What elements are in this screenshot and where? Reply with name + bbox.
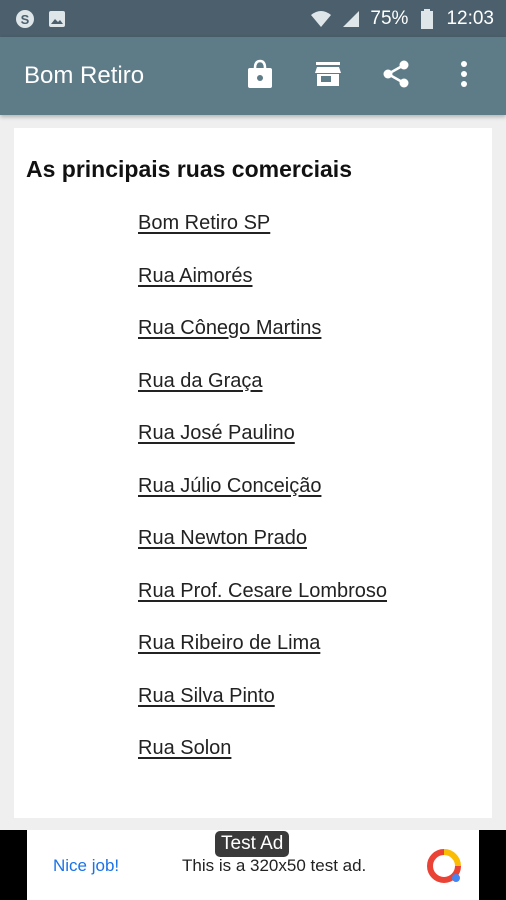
street-link[interactable]: Rua Júlio Conceição: [138, 475, 321, 497]
app-bar: Bom Retiro: [0, 37, 506, 115]
clock: 12:03: [446, 7, 494, 29]
section-heading: As principais ruas comerciais: [26, 156, 352, 182]
street-link[interactable]: Rua Aimorés: [138, 265, 253, 287]
share-icon: [382, 59, 410, 94]
ad-text: This is a 320x50 test ad.: [182, 856, 367, 875]
street-link[interactable]: Rua Newton Prado: [138, 527, 307, 549]
street-link[interactable]: Rua Cônego Martins: [138, 317, 321, 339]
more-options-button[interactable]: [430, 46, 498, 106]
battery-percent: 75%: [370, 7, 409, 29]
image-icon: [46, 8, 68, 30]
street-link[interactable]: Rua da Graça: [138, 370, 263, 392]
skype-icon: S: [14, 8, 36, 30]
street-link[interactable]: Rua José Paulino: [138, 422, 295, 444]
shopping-bag-icon: [246, 59, 274, 94]
signal-icon: [340, 8, 362, 30]
store-button[interactable]: [294, 46, 362, 106]
shopping-bag-button[interactable]: [226, 46, 294, 106]
wifi-icon: [310, 8, 332, 30]
share-button[interactable]: [362, 46, 430, 106]
app-title: Bom Retiro: [24, 62, 145, 89]
street-link[interactable]: Rua Solon: [138, 737, 231, 759]
street-links-list: Bom Retiro SP Rua Aimorés Rua Cônego Mar…: [138, 212, 387, 790]
status-bar: S 75% 12:03: [0, 0, 506, 37]
street-link[interactable]: Rua Prof. Cesare Lombroso: [138, 580, 387, 602]
ad-logo-icon: [426, 848, 462, 884]
test-ad-badge: Test Ad: [215, 831, 290, 857]
ad-nice-job[interactable]: Nice job!: [53, 856, 119, 876]
content-card: As principais ruas comerciais Bom Retiro…: [14, 128, 492, 818]
svg-text:S: S: [21, 12, 30, 27]
street-link[interactable]: Rua Ribeiro de Lima: [138, 632, 320, 654]
street-link[interactable]: Bom Retiro SP: [138, 212, 270, 234]
battery-icon: [416, 8, 438, 30]
more-vert-icon: [460, 60, 468, 93]
street-link[interactable]: Rua Silva Pinto: [138, 685, 275, 707]
store-icon: [314, 61, 342, 92]
